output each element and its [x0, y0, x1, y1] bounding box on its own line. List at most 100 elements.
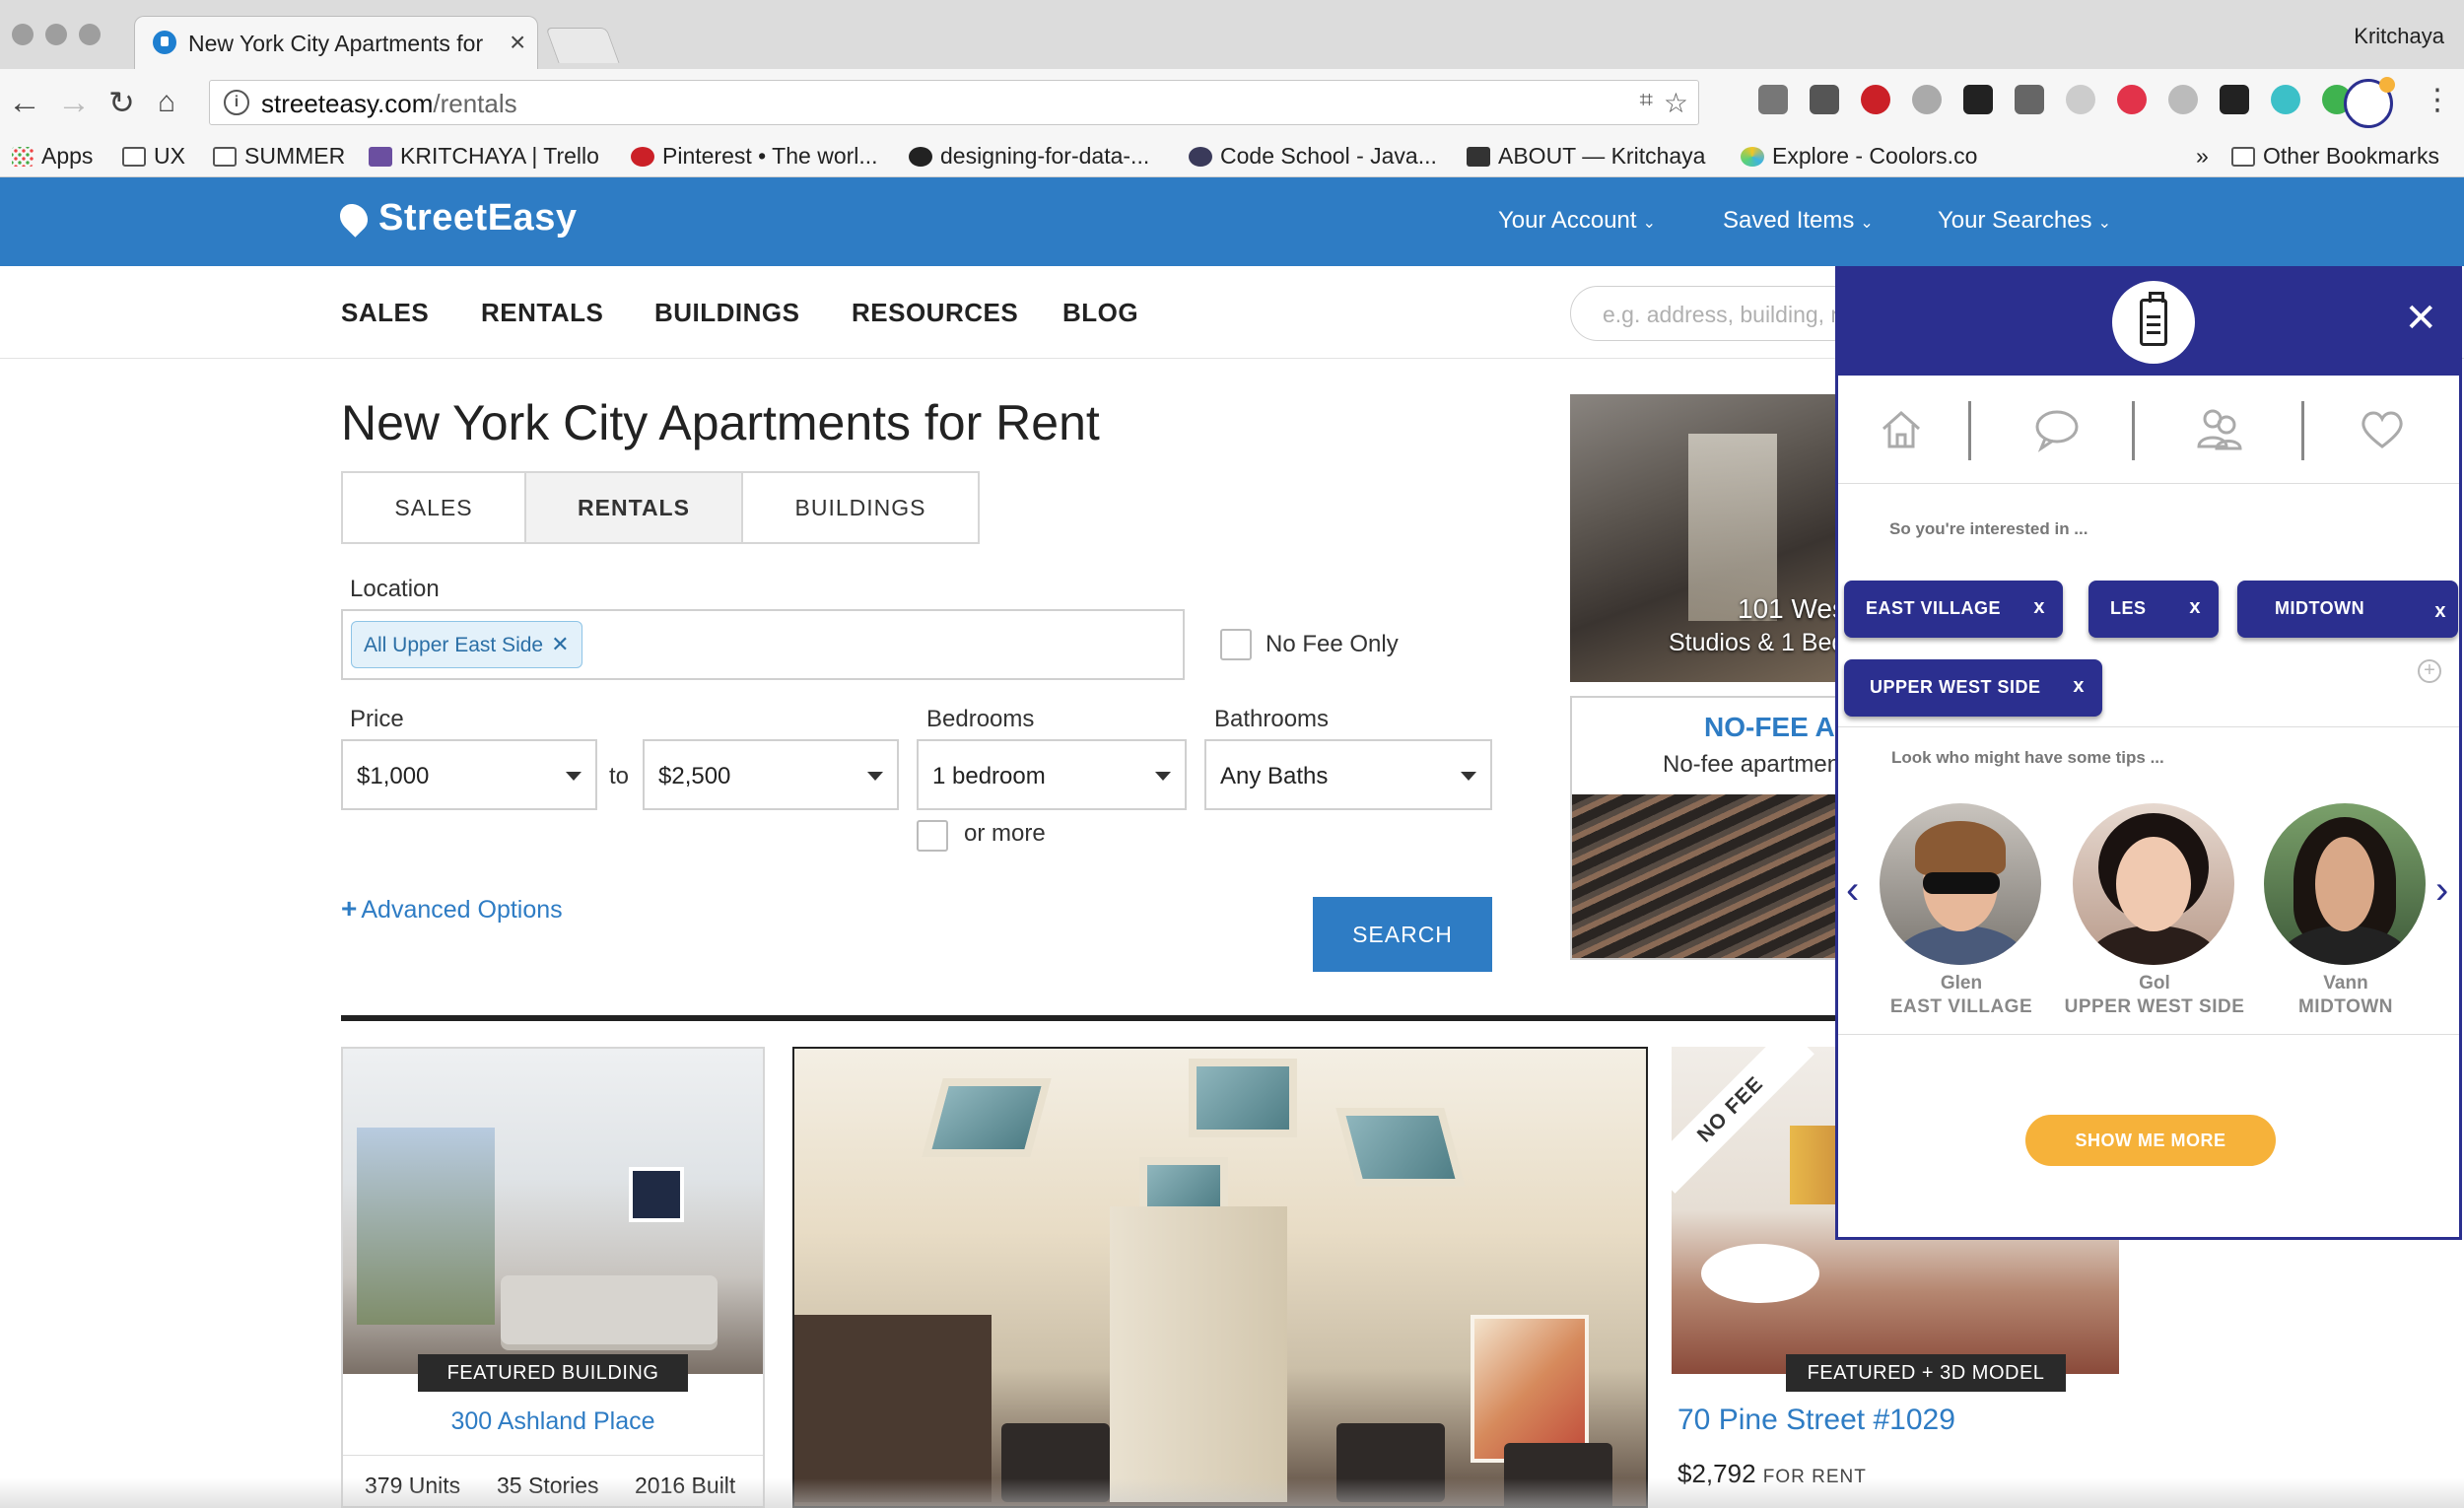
- location-chip[interactable]: All Upper East Side ✕: [351, 621, 582, 668]
- nav-blog[interactable]: BLOG: [1062, 298, 1138, 328]
- bookmarks-overflow[interactable]: »: [2196, 138, 2209, 177]
- avatar-glen[interactable]: [1880, 803, 2041, 965]
- bookmark-github[interactable]: designing-for-data-...: [909, 138, 1149, 177]
- person-area: EAST VILLAGE: [1889, 996, 2033, 1017]
- nav-rentals[interactable]: RENTALS: [481, 298, 603, 328]
- bedrooms-select[interactable]: 1 bedroom: [917, 739, 1187, 810]
- extension-lightbulb-icon[interactable]: [1758, 85, 1788, 114]
- extension-pocket-icon[interactable]: [1810, 85, 1839, 114]
- bookmark-summer[interactable]: SUMMER: [213, 138, 345, 177]
- extension-t-icon[interactable]: [2117, 85, 2147, 114]
- bookmark-trello[interactable]: KRITCHAYA | Trello: [369, 138, 599, 177]
- extension-icon-tabs: [1838, 376, 2459, 484]
- profile-name[interactable]: Kritchaya: [2354, 24, 2444, 49]
- tab-rentals[interactable]: RENTALS: [524, 473, 743, 542]
- chip-remove-icon[interactable]: x: [2434, 600, 2446, 623]
- close-icon[interactable]: ✕: [2404, 299, 2437, 338]
- listing-photo-lobby[interactable]: [792, 1047, 1648, 1508]
- people-icon[interactable]: [2193, 403, 2244, 454]
- tab-close-icon[interactable]: ×: [510, 27, 525, 58]
- neighborhood-chip-east-village[interactable]: EAST VILLAGE x: [1844, 581, 2063, 638]
- extension-cloud-icon[interactable]: [2066, 85, 2095, 114]
- browser-tab-active[interactable]: New York City Apartments for ×: [134, 16, 538, 69]
- nav-buildings[interactable]: BUILDINGS: [654, 298, 800, 328]
- translate-icon[interactable]: ⌗: [1639, 87, 1653, 114]
- featured-3d-badge: FEATURED + 3D MODEL: [1786, 1354, 2066, 1392]
- ad-banner-no-fee[interactable]: NO-FEE AP No-fee apartmen: [1570, 696, 1866, 960]
- your-account-menu[interactable]: Your Account ⌄: [1498, 207, 1656, 235]
- extension-compass-icon[interactable]: [2168, 85, 2198, 114]
- bookmark-ux[interactable]: UX: [122, 138, 185, 177]
- search-button[interactable]: SEARCH: [1313, 897, 1492, 972]
- chip-remove-icon[interactable]: ✕: [551, 632, 569, 656]
- pinterest-icon: [631, 147, 654, 167]
- chip-remove-icon[interactable]: x: [2033, 596, 2045, 619]
- advanced-options-link[interactable]: + Advanced Options: [341, 893, 563, 925]
- show-more-button[interactable]: SHOW ME MORE: [2025, 1115, 2276, 1166]
- avatar-gol[interactable]: [2073, 803, 2234, 965]
- browser-menu-icon[interactable]: ⋮: [2423, 81, 2452, 120]
- bookmark-other[interactable]: Other Bookmarks: [2231, 138, 2439, 177]
- tab-buildings[interactable]: BUILDINGS: [743, 473, 978, 542]
- tab-sales[interactable]: SALES: [343, 473, 524, 542]
- photo-reception-desk: [794, 1315, 992, 1502]
- reload-icon[interactable]: ↻: [108, 83, 135, 122]
- home-icon[interactable]: ⌂: [158, 83, 175, 122]
- streeteasy-logo[interactable]: StreetEasy: [334, 197, 577, 240]
- ad-banner-101-west[interactable]: 101 Wes Studios & 1 Bed: [1570, 394, 1866, 682]
- extension-bird-icon[interactable]: [2220, 85, 2249, 114]
- neighborhood-extension-panel: ✕ So you're interested in ... EAST VILLA…: [1835, 266, 2462, 1240]
- address-bar[interactable]: i streeteasy.com/rentals ⌗ ☆: [209, 80, 1699, 125]
- nav-sales[interactable]: SALES: [341, 298, 429, 328]
- chip-remove-icon[interactable]: x: [2189, 596, 2201, 619]
- price-min-select[interactable]: $1,000: [341, 739, 597, 810]
- neighborhood-chip-midtown[interactable]: MIDTOWN x: [2237, 581, 2458, 638]
- add-neighborhood-icon[interactable]: +: [2418, 659, 2441, 683]
- bookmark-coolors[interactable]: Explore - Coolors.co: [1741, 138, 1977, 177]
- back-arrow-icon[interactable]: ←: [8, 83, 41, 122]
- neighborhood-chip-upper-west-side[interactable]: UPPER WEST SIDE x: [1844, 659, 2102, 717]
- location-input[interactable]: All Upper East Side ✕: [341, 609, 1185, 680]
- extension-pinterest-icon[interactable]: [1861, 85, 1890, 114]
- no-fee-checkbox[interactable]: [1220, 629, 1252, 660]
- bookmark-apps[interactable]: Apps: [12, 138, 93, 177]
- nav-resources[interactable]: RESOURCES: [852, 298, 1018, 328]
- new-tab-button[interactable]: [545, 28, 620, 63]
- forward-arrow-icon[interactable]: →: [57, 83, 91, 122]
- bookmark-pinterest[interactable]: Pinterest • The worl...: [631, 138, 878, 177]
- bathrooms-label: Bathrooms: [1214, 706, 1330, 732]
- price-label: Price: [350, 706, 404, 732]
- carousel-next-icon[interactable]: ›: [2435, 870, 2448, 910]
- window-minimize-dot[interactable]: [45, 24, 67, 45]
- window-zoom-dot[interactable]: [79, 24, 101, 45]
- chat-bubble-icon[interactable]: [2031, 403, 2083, 454]
- listing-name-link[interactable]: 300 Ashland Place: [343, 1407, 763, 1436]
- extension-palette-icon[interactable]: [1912, 85, 1942, 114]
- saved-items-menu[interactable]: Saved Items ⌄: [1723, 207, 1874, 235]
- listing-built-year: 2016 Built: [635, 1473, 736, 1498]
- neighborhood-chip-les[interactable]: LES x: [2088, 581, 2219, 638]
- or-more-checkbox[interactable]: [917, 820, 948, 852]
- your-searches-menu[interactable]: Your Searches ⌄: [1938, 207, 2111, 235]
- extension-amazon-icon[interactable]: [1963, 85, 1993, 114]
- listing-card-featured-building[interactable]: FEATURED BUILDING 300 Ashland Place 379 …: [341, 1047, 765, 1508]
- extension-evernote-icon[interactable]: [2015, 85, 2044, 114]
- extension-teal-icon[interactable]: [2271, 85, 2300, 114]
- bookmark-about[interactable]: ABOUT — Kritchaya: [1467, 138, 1705, 177]
- extension-header: ✕: [1838, 269, 2459, 376]
- window-close-dot[interactable]: [12, 24, 34, 45]
- bookmark-codeschool[interactable]: Code School - Java...: [1189, 138, 1437, 177]
- heart-icon[interactable]: [2357, 403, 2408, 454]
- bookmark-star-icon[interactable]: ☆: [1664, 87, 1688, 119]
- home-icon[interactable]: [1876, 403, 1927, 454]
- coolors-icon: [1741, 147, 1764, 167]
- price-max-select[interactable]: $2,500: [643, 739, 899, 810]
- carousel-prev-icon[interactable]: ‹: [1846, 870, 1859, 910]
- listing-name-link[interactable]: 70 Pine Street #1029: [1677, 1404, 1955, 1437]
- chip-remove-icon[interactable]: x: [2073, 675, 2085, 698]
- photo-skylight: [1335, 1108, 1466, 1187]
- caret-down-icon: [1461, 772, 1476, 781]
- bathrooms-select[interactable]: Any Baths: [1204, 739, 1492, 810]
- site-info-icon[interactable]: i: [224, 90, 249, 115]
- avatar-vann[interactable]: [2264, 803, 2426, 965]
